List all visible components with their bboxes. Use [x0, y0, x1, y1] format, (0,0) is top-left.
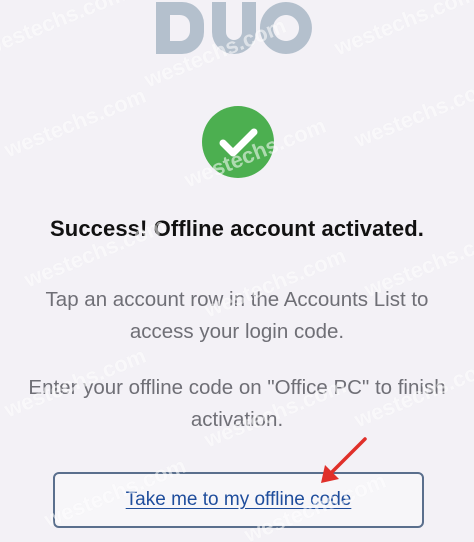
duo-logo	[152, 2, 322, 64]
instruction-offline-code: Enter your offline code on "Office PC" t…	[28, 376, 446, 431]
watermark-text: westechs.com	[330, 0, 474, 61]
watermark-layer: westechs.com westechs.com westechs.com w…	[0, 0, 474, 542]
red-arrow-icon	[315, 435, 371, 487]
watermark-text: westechs.com	[350, 72, 474, 153]
watermark-text: westechs.com	[0, 0, 130, 61]
activation-success-screen: Success! Offline account activated. Tap …	[0, 0, 474, 542]
offline-code-link-label[interactable]: Take me to my offline code	[126, 489, 352, 511]
instruction-accounts-list: Tap an account row in the Accounts List …	[45, 288, 429, 343]
check-circle-icon	[201, 105, 275, 179]
success-title: Success! Offline account activated.	[50, 216, 424, 241]
watermark-text: westechs.com	[0, 82, 150, 163]
